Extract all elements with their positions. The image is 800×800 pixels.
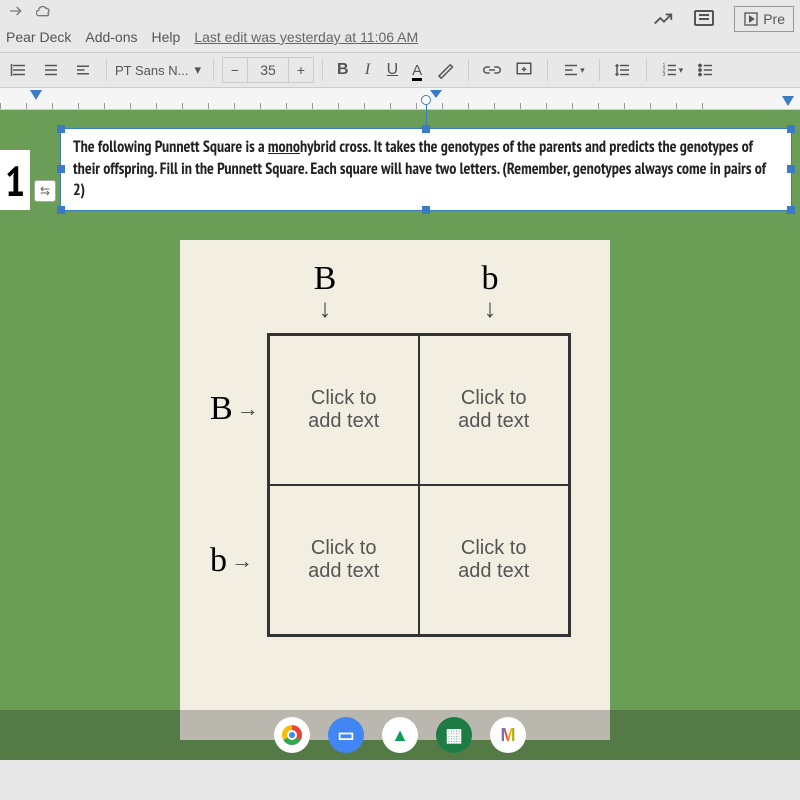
resize-handle[interactable]	[787, 206, 795, 214]
trend-icon[interactable]	[652, 8, 674, 30]
ruler-right-marker[interactable]	[782, 96, 794, 106]
slide-number: 1	[0, 150, 30, 210]
drive-icon[interactable]: ▲	[382, 717, 418, 753]
down-arrow-icon: ↓	[460, 298, 520, 319]
present-label: Pre	[763, 11, 785, 27]
punnett-square-container: B ↓ b ↓ B → b → Click to	[180, 240, 610, 740]
slide-canvas[interactable]: 1 ⇆ The following Punnett Square is a mo…	[0, 110, 800, 760]
comments-icon[interactable]	[692, 7, 716, 31]
right-arrow-icon: →	[231, 548, 253, 574]
row1-allele: B	[210, 390, 233, 428]
highlight-button[interactable]	[430, 57, 460, 83]
resize-handle[interactable]	[787, 125, 795, 133]
align-h-button[interactable]: ▾	[556, 57, 591, 83]
text-color-button[interactable]: A	[406, 57, 428, 83]
arrow-icon	[8, 3, 24, 19]
resize-handle[interactable]	[57, 125, 65, 133]
italic-button[interactable]: I	[357, 57, 379, 83]
bold-button[interactable]: B	[331, 57, 355, 83]
last-edit-note[interactable]: Last edit was yesterday at 11:06 AM	[194, 29, 418, 45]
ruler[interactable]	[0, 88, 800, 110]
sheets-icon[interactable]: ▦	[436, 717, 472, 753]
resize-handle[interactable]	[57, 206, 65, 214]
toolbar: PT Sans N... ▾ − 35 + B I U A ▾ 123▾	[0, 52, 800, 88]
right-arrow-icon: →	[237, 396, 259, 422]
line-spacing-button[interactable]	[608, 57, 638, 83]
decrease-size-button[interactable]: −	[222, 57, 248, 83]
menu-pear-deck[interactable]: Pear Deck	[6, 29, 71, 45]
cloud-icon	[36, 3, 52, 19]
play-icon	[743, 11, 759, 27]
indent-icon[interactable]	[4, 57, 34, 83]
instruction-text: The following Punnett Square is a monohy…	[73, 137, 766, 200]
comment-button[interactable]	[509, 57, 539, 83]
punnett-cell-4[interactable]: Click to add text	[419, 485, 569, 635]
chrome-icon[interactable]	[274, 717, 310, 753]
font-name: PT Sans N...	[115, 63, 188, 78]
down-arrow-icon: ↓	[295, 298, 355, 319]
font-selector[interactable]: PT Sans N... ▾	[115, 62, 205, 78]
menu-add-ons[interactable]: Add-ons	[85, 29, 137, 45]
rotate-handle[interactable]	[421, 95, 431, 105]
rotate-line	[426, 103, 427, 125]
increase-size-button[interactable]: +	[288, 57, 314, 83]
punnett-grid: Click to add text Click to add text Clic…	[267, 333, 571, 637]
align-icon[interactable]	[36, 57, 66, 83]
underline-button[interactable]: U	[381, 57, 405, 83]
gmail-icon[interactable]: M	[490, 717, 526, 753]
punnett-cell-2[interactable]: Click to add text	[419, 335, 569, 485]
link-button[interactable]	[477, 57, 507, 83]
menubar-right: Pre	[652, 6, 794, 32]
present-button[interactable]: Pre	[734, 6, 794, 32]
ruler-center-marker[interactable]	[430, 90, 442, 98]
punnett-cell-3[interactable]: Click to add text	[269, 485, 419, 635]
resize-handle[interactable]	[422, 206, 430, 214]
ruler-left-marker[interactable]	[30, 90, 42, 100]
format-options-icon[interactable]: ⇆	[34, 180, 56, 202]
docs-icon[interactable]: ▭	[328, 717, 364, 753]
bullet-list-button[interactable]	[691, 57, 721, 83]
dropdown-icon: ▾	[194, 62, 201, 78]
menu-help[interactable]: Help	[152, 29, 181, 45]
taskbar: ▭ ▲ ▦ M	[0, 710, 800, 760]
column-headers: B ↓ b ↓	[295, 260, 580, 319]
svg-text:3: 3	[662, 72, 665, 78]
font-size-control: − 35 +	[222, 57, 314, 83]
font-size-value[interactable]: 35	[248, 57, 288, 83]
resize-handle[interactable]	[57, 165, 65, 173]
instruction-textbox[interactable]: The following Punnett Square is a monohy…	[60, 128, 792, 211]
row-headers: B → b →	[210, 333, 259, 637]
resize-handle[interactable]	[787, 165, 795, 173]
resize-handle[interactable]	[422, 125, 430, 133]
format-icon[interactable]	[68, 57, 98, 83]
row2-allele: b	[210, 542, 227, 580]
numbered-list-button[interactable]: 123▾	[655, 57, 690, 83]
punnett-cell-1[interactable]: Click to add text	[269, 335, 419, 485]
